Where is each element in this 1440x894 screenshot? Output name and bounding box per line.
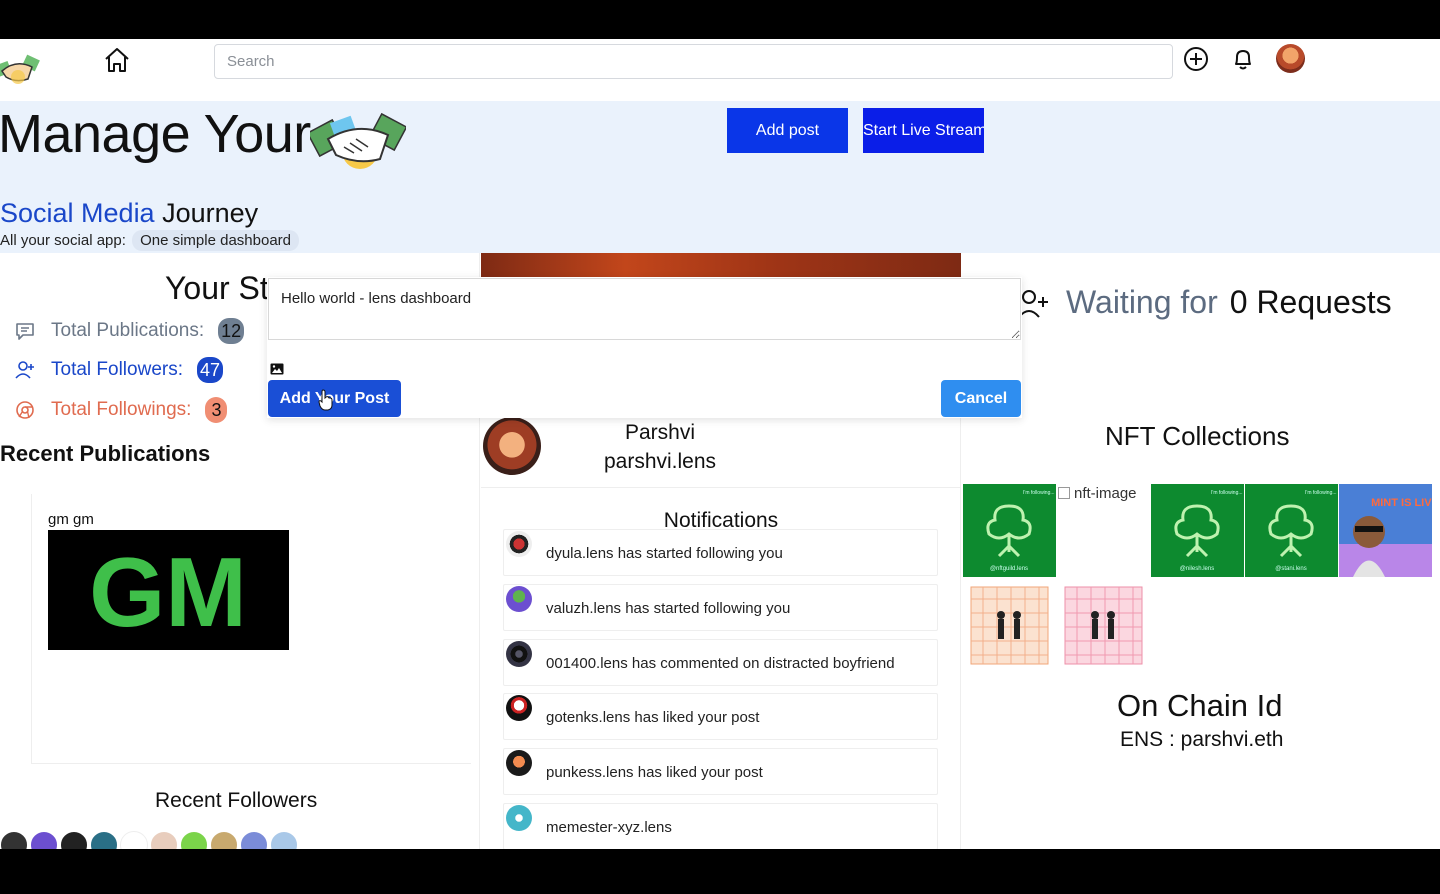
stat-label: Total Followings: [51,399,192,420]
profile-handle: parshvi.lens [603,450,717,473]
chrome-icon [16,401,34,419]
follower-avatar[interactable] [120,831,148,849]
add-your-post-button[interactable]: Add Your Post [268,380,401,417]
notification-avatar [506,586,532,612]
profile-cover-image [481,253,961,277]
tagline-label: All your social app: [0,232,126,249]
app-frame: Manage Your Social Media Journey All you… [0,39,1440,849]
notification-text: gotenks.lens has liked your post [546,709,760,726]
notification-item[interactable]: dyula.lens has started following you [503,529,938,576]
nft-collections-title: NFT Collections [1105,421,1290,451]
follower-avatar[interactable] [0,831,28,849]
search-input[interactable] [214,44,1173,79]
nft-card[interactable] [963,579,1056,672]
stat-badge: 12 [218,318,245,344]
notification-text: memester-xyz.lens [546,819,672,836]
profile-name: Parshvi [624,421,696,444]
nft-card[interactable]: I'm following... @stani.lens [1245,484,1338,577]
on-chain-id-title: On Chain Id [1117,688,1283,723]
nft-card[interactable]: I'm following... @nftguild.lens [963,484,1056,577]
start-live-stream-button[interactable]: Start Live Stream [863,108,984,153]
home-icon[interactable] [102,45,132,75]
follower-avatar[interactable] [180,831,208,849]
user-plus-icon [1018,290,1048,318]
notification-item[interactable]: memester-xyz.lens [503,803,938,849]
followers-avatars [0,831,300,849]
nft-handle: @nilesh.lens [1180,566,1214,572]
stat-label: Total Publications: [51,320,205,341]
hero-subtitle: Social Media Journey [0,198,258,229]
nft-caption: I'm following... [1211,490,1243,496]
follower-avatar[interactable] [30,831,58,849]
pointer-cursor-icon [318,389,333,411]
gm-image-text: GM [89,537,247,647]
hero-subtitle-highlight: Social Media [0,198,155,228]
tagline-pill: One simple dashboard [132,230,300,251]
follower-avatar[interactable] [60,831,88,849]
bell-icon[interactable] [1229,45,1257,73]
requests-status: Waiting for 0 Requests [1066,284,1392,321]
nft-banner: MINT IS LIVE [1371,497,1432,509]
create-post-modal: Add Your Post Cancel [267,277,1022,418]
hero-title: Manage Your [0,104,311,164]
add-post-button[interactable]: Add post [727,108,848,153]
nft-caption: I'm following... [1023,490,1055,496]
notification-avatar [506,750,532,776]
user-avatar[interactable] [1276,44,1305,73]
hero-subtitle-rest: Journey [162,198,259,228]
profile-avatar[interactable] [483,417,541,475]
cancel-button[interactable]: Cancel [941,380,1021,417]
handshake-illustration-icon [310,112,406,169]
gm-image: GM [48,530,289,650]
notification-avatar [506,805,532,831]
notification-text: valuzh.lens has started following you [546,600,791,617]
stat-publications: Total Publications: 12 [14,316,245,346]
publication-card[interactable]: gm gm GM [31,494,471,764]
notification-item[interactable]: punkess.lens has liked your post [503,748,938,795]
follower-avatar[interactable] [90,831,118,849]
notification-item[interactable]: 001400.lens has commented on distracted … [503,639,938,686]
nft-card[interactable]: I'm following... @nilesh.lens [1151,484,1244,577]
recent-publications-title: Recent Publications [0,441,211,466]
requests-prefix: Waiting for [1066,284,1218,320]
notification-avatar [506,531,532,557]
follower-avatar[interactable] [270,831,298,849]
notification-text: 001400.lens has commented on distracted … [546,655,895,672]
requests-count: 0 Requests [1229,284,1392,320]
follower-avatar[interactable] [240,831,268,849]
nft-card[interactable]: MINT IS LIVE [1339,484,1432,577]
image-icon[interactable] [270,363,284,375]
plus-circle-icon[interactable] [1182,45,1210,73]
hero-tagline: All your social app: One simple dashboar… [0,230,300,251]
follower-avatar[interactable] [150,831,178,849]
handshake-logo-icon[interactable] [0,49,40,89]
nft-handle: @nftguild.lens [990,566,1028,572]
post-textarea[interactable] [268,278,1021,340]
hero-banner: Manage Your Social Media Journey All you… [0,101,1440,253]
ens-name: ENS : parshvi.eth [1120,728,1284,751]
nft-alt-text: nft-image [1074,485,1137,502]
stat-followers: Total Followers: 47 [14,355,224,385]
comment-icon [16,323,34,340]
notification-avatar [506,641,532,667]
nft-handle: @stani.lens [1275,566,1306,572]
follower-avatar[interactable] [210,831,238,849]
stat-badge: 3 [205,397,228,423]
stat-label: Total Followers: [51,359,183,380]
notification-item[interactable]: gotenks.lens has liked your post [503,693,938,740]
divider [481,487,961,488]
stat-badge: 47 [197,357,224,383]
recent-followers-title: Recent Followers [155,789,318,812]
notification-item[interactable]: valuzh.lens has started following you [503,584,938,631]
notification-avatar [506,695,532,721]
notification-text: dyula.lens has started following you [546,545,783,562]
notification-text: punkess.lens has liked your post [546,764,763,781]
top-navbar [0,39,1440,101]
user-plus-icon [15,361,34,379]
broken-nft-image: nft-image [1058,485,1137,502]
publication-text: gm gm [48,511,94,528]
stat-followings: Total Followings: 3 [14,395,228,425]
nft-caption: I'm following... [1305,490,1337,496]
nft-card[interactable] [1057,579,1150,672]
